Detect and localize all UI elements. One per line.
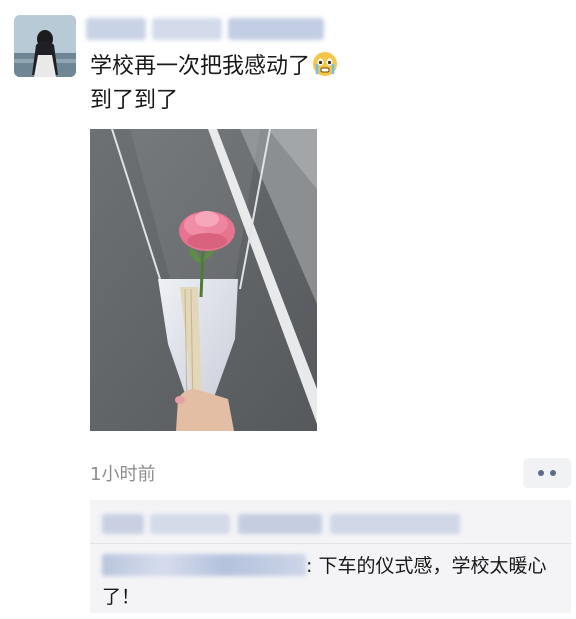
post-text-line1: 学校再一次把我感动了 — [90, 54, 311, 79]
more-dot-icon — [550, 470, 556, 476]
author-name[interactable] — [86, 16, 336, 42]
post-time: 1小时前 — [90, 464, 156, 485]
flower-bouquet-image — [90, 129, 317, 431]
post-text-line2: 到了到了 — [90, 88, 179, 113]
post-text: 学校再一次把我感动了 到了到了 — [90, 50, 550, 118]
commenter-name[interactable] — [102, 554, 306, 576]
comment-item[interactable]: : 下车的仪式感，学校太暖心了！ — [102, 551, 562, 613]
more-dot-icon — [538, 470, 544, 476]
more-actions-button[interactable] — [523, 458, 571, 488]
comment-divider — [90, 543, 571, 544]
likes-row[interactable] — [90, 500, 571, 542]
author-avatar[interactable] — [14, 15, 76, 77]
comment-section: : 下车的仪式感，学校太暖心了！ — [90, 500, 571, 613]
avatar-image — [14, 15, 76, 77]
post-photo[interactable] — [90, 129, 317, 431]
crying-face-icon — [312, 51, 338, 77]
